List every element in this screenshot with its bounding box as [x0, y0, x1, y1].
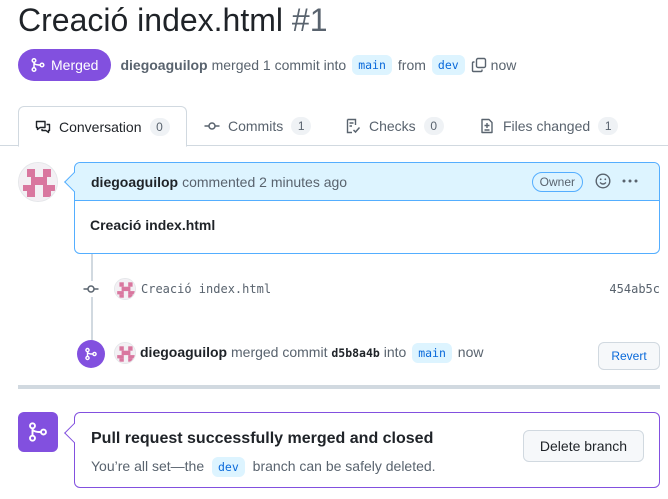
tab-commits[interactable]: Commits 1	[188, 106, 327, 146]
pr-author-link[interactable]: diegoaguilop	[120, 57, 207, 73]
merge-event-badge	[77, 340, 105, 368]
tab-commits-label: Commits	[228, 118, 284, 134]
owner-badge: Owner	[531, 172, 583, 192]
comment-body: Creació index.html	[90, 217, 216, 233]
merge-action: merged commit	[231, 344, 328, 360]
merge-author-link[interactable]: diegoaguilop	[140, 344, 227, 360]
tab-checks[interactable]: Checks 0	[329, 106, 460, 146]
tab-checks-count: 0	[423, 117, 444, 135]
base-branch[interactable]: main	[352, 55, 392, 75]
kebab-horizontal-icon[interactable]	[621, 173, 639, 194]
merge-time: now	[457, 344, 484, 360]
merged-status-subtitle: You’re all set—the dev branch can be saf…	[91, 457, 436, 477]
pr-summary-text: merged 1 commit into	[211, 57, 347, 73]
pr-time: now	[490, 57, 517, 73]
merge-event-text: diegoaguilop merged commit d5b8a4b into …	[140, 343, 483, 363]
pr-tabs: Conversation 0 Commits 1 Checks 0 Files …	[0, 106, 668, 147]
tab-checks-label: Checks	[369, 118, 416, 134]
merged-status-icon	[18, 412, 58, 452]
tab-commits-count: 1	[291, 117, 312, 135]
merge-target-branch[interactable]: main	[412, 343, 452, 363]
commit-author-avatar[interactable]	[114, 278, 136, 300]
merge-commit-sha-link[interactable]: d5b8a4b	[331, 346, 379, 360]
checklist-icon	[346, 118, 361, 134]
from-word: from	[397, 57, 426, 73]
revert-button[interactable]: Revert	[598, 342, 660, 370]
commit-row: Creació index.html 454ab5c	[80, 278, 660, 300]
commit-sha-link[interactable]: 454ab5c	[609, 282, 660, 296]
copy-icon[interactable]	[471, 57, 487, 73]
git-merge-icon	[29, 422, 47, 442]
git-commit-icon	[83, 281, 99, 302]
avatar[interactable]	[18, 162, 58, 202]
git-merge-icon	[85, 347, 97, 361]
comment-action: commented 2 minutes ago	[182, 173, 348, 190]
status-sub-suffix: branch can be safely deleted.	[252, 458, 436, 474]
status-caret	[64, 423, 84, 443]
merged-state-label: Merged	[51, 57, 99, 73]
merged-status-box: Pull request successfully merged and clo…	[64, 412, 660, 488]
tab-files-changed-label: Files changed	[503, 118, 591, 134]
timeline-divider	[18, 385, 660, 389]
pr-title: Creació index.html	[18, 2, 283, 38]
merge-into-word: into	[383, 344, 407, 360]
commit-message-link[interactable]: Creació index.html	[141, 282, 271, 296]
tab-conversation[interactable]: Conversation 0	[18, 106, 187, 147]
file-diff-icon	[481, 118, 493, 134]
delete-branch-button[interactable]: Delete branch	[523, 430, 644, 462]
page-title: Creació index.html #1	[18, 2, 327, 39]
pr-number: #1	[291, 2, 328, 38]
tab-files-changed[interactable]: Files changed 1	[463, 106, 634, 146]
tab-conversation-count: 0	[149, 117, 170, 136]
smiley-icon[interactable]	[595, 173, 611, 194]
merged-state-badge: Merged	[18, 49, 112, 81]
tab-conversation-label: Conversation	[59, 118, 142, 135]
pr-meta: Merged diegoaguilop merged 1 commit into…	[18, 49, 516, 81]
status-branch[interactable]: dev	[212, 457, 245, 477]
git-merge-icon	[31, 57, 45, 73]
comment-discussion-icon	[35, 120, 51, 133]
tab-files-changed-count: 1	[598, 117, 619, 135]
merged-status-title: Pull request successfully merged and clo…	[91, 430, 434, 447]
status-sub-prefix: You’re all set—the	[91, 458, 205, 474]
merge-author-avatar[interactable]	[114, 342, 136, 364]
git-commit-icon	[204, 122, 220, 130]
comment-box: diegoaguilop commented 2 minutes ago Own…	[64, 162, 660, 254]
comment-author-link[interactable]: diegoaguilop	[91, 174, 178, 190]
head-branch[interactable]: dev	[431, 55, 465, 75]
